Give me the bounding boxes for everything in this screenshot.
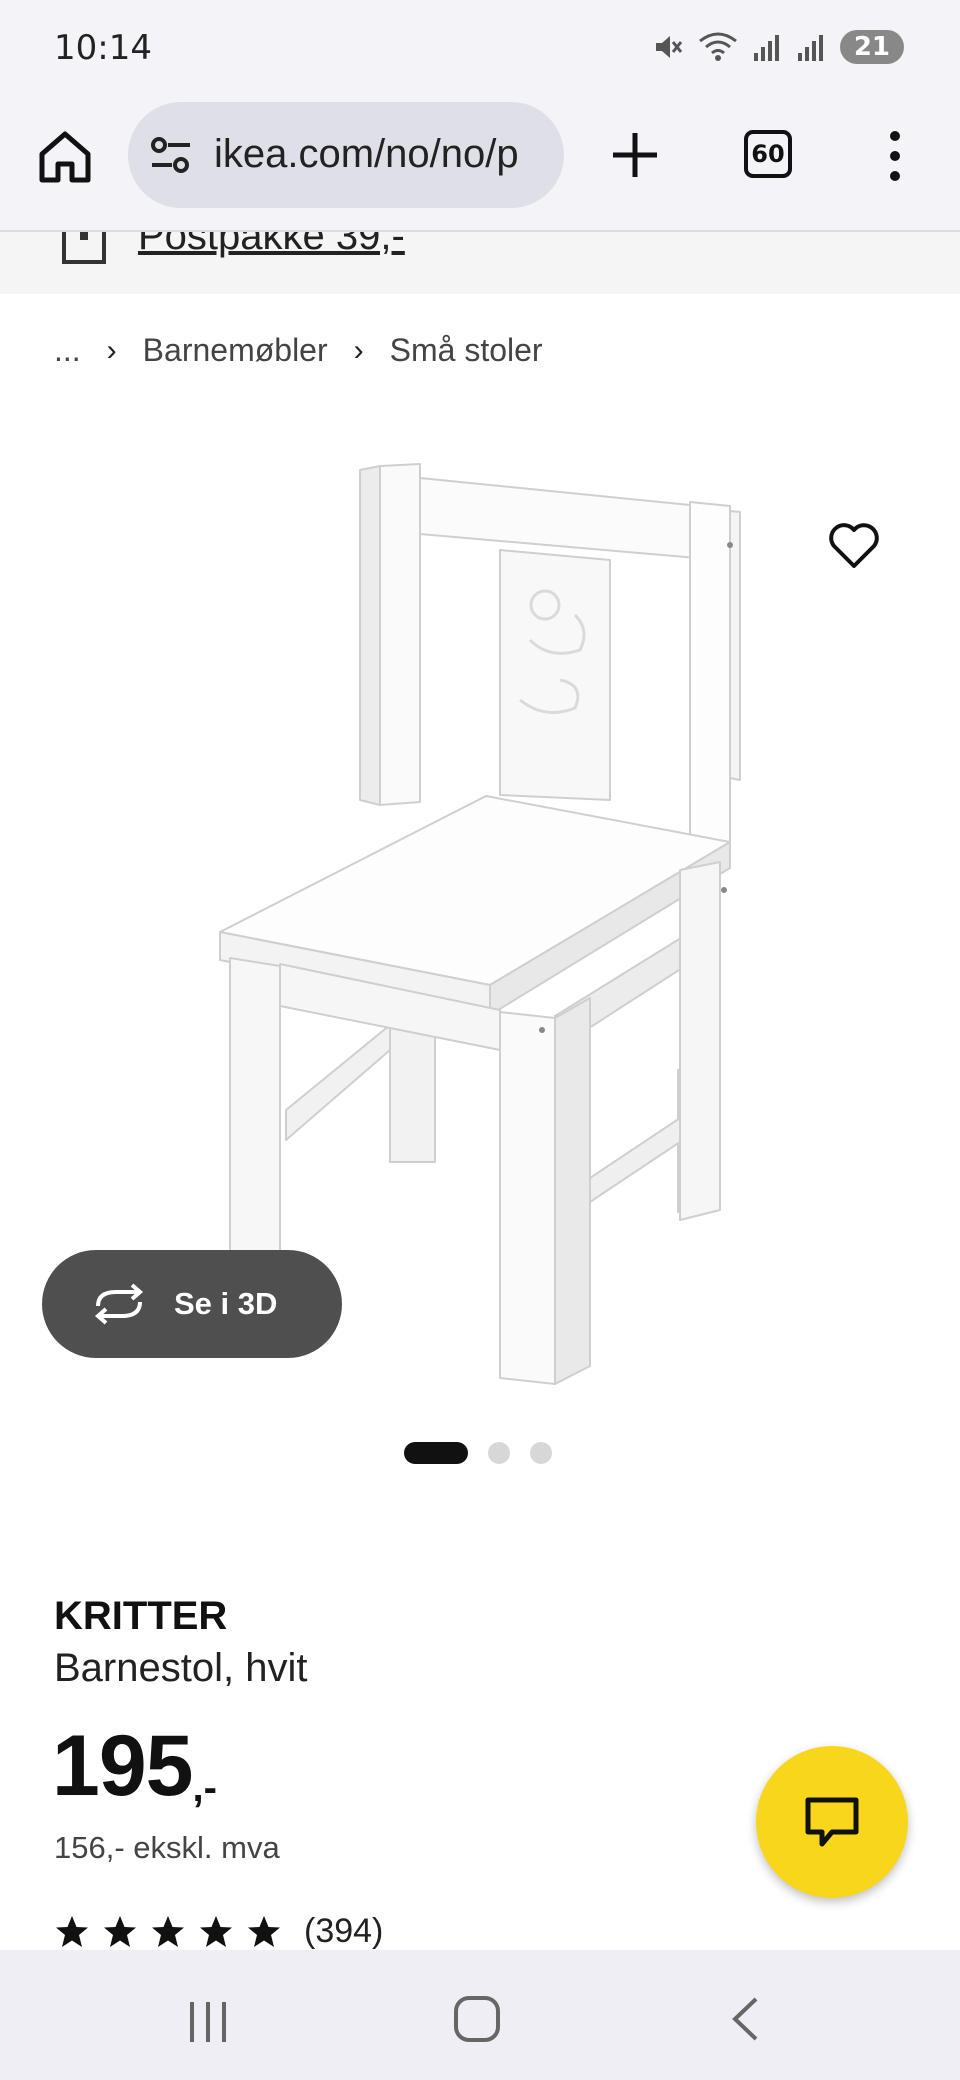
breadcrumb: ... › Barnemøbler › Små stoler <box>54 332 543 369</box>
battery-indicator: 21 <box>839 30 904 64</box>
browser-toolbar: ikea.com/no/no/p 60 <box>0 98 960 232</box>
wifi-icon <box>698 32 737 61</box>
status-icons: 21 <box>652 30 904 64</box>
product-price: 195 ,- <box>52 1716 217 1816</box>
breadcrumb-separator: › <box>353 333 364 367</box>
view-in-3d-button[interactable]: Se i 3D <box>42 1250 342 1358</box>
favorite-heart-icon[interactable] <box>826 518 882 574</box>
product-name: KRITTER <box>54 1594 228 1638</box>
star-icon <box>56 1915 88 1947</box>
home-icon[interactable] <box>34 126 96 188</box>
system-nav-bar <box>0 1950 960 2080</box>
product-image[interactable] <box>190 450 770 1390</box>
price-excl-vat: 156,- ekskl. mva <box>54 1830 280 1865</box>
star-icon <box>104 1915 136 1947</box>
breadcrumb-item-sma-stoler[interactable]: Små stoler <box>390 332 543 369</box>
recent-apps-icon[interactable] <box>184 2000 232 2044</box>
menu-icon[interactable] <box>880 128 910 184</box>
signal-icon <box>753 35 779 61</box>
pagination-dot[interactable] <box>530 1442 552 1464</box>
site-settings-icon[interactable] <box>150 136 192 174</box>
status-bar: 10:14 21 <box>0 0 960 98</box>
mute-icon <box>655 36 682 58</box>
signal-roaming-icon <box>797 35 823 61</box>
pagination-dot[interactable] <box>488 1442 510 1464</box>
star-icon <box>248 1915 280 1947</box>
product-rating[interactable]: (394) <box>54 1912 383 1951</box>
price-amount: 195 <box>52 1718 193 1814</box>
home-nav-icon[interactable] <box>454 1996 500 2042</box>
url-text[interactable]: ikea.com/no/no/p <box>214 132 519 177</box>
breadcrumb-item-barnemobler[interactable]: Barnemøbler <box>143 332 328 369</box>
status-time: 10:14 <box>54 28 152 68</box>
star-icon <box>152 1915 184 1947</box>
new-tab-icon[interactable] <box>608 128 662 182</box>
pagination-dot-active[interactable] <box>404 1442 468 1464</box>
breadcrumb-ellipsis[interactable]: ... <box>54 332 81 369</box>
promo-link[interactable]: Postpakke 39,- <box>138 232 405 259</box>
promo-strip: Postpakke 39,- <box>0 232 960 294</box>
star-icon <box>200 1915 232 1947</box>
rating-count[interactable]: (394) <box>304 1912 383 1951</box>
chat-bubble-icon <box>805 1797 859 1847</box>
parcel-icon <box>62 232 106 264</box>
chat-button[interactable] <box>756 1746 908 1898</box>
price-suffix: ,- <box>192 1766 217 1810</box>
view-in-3d-label: Se i 3D <box>174 1286 278 1321</box>
rating-stars <box>54 1914 282 1950</box>
breadcrumb-separator: › <box>106 333 117 367</box>
tabs-icon[interactable]: 60 <box>744 130 792 178</box>
back-icon[interactable] <box>730 1996 760 2042</box>
rotate-3d-icon <box>94 1283 144 1325</box>
product-description: Barnestol, hvit <box>54 1646 308 1690</box>
address-bar[interactable]: ikea.com/no/no/p <box>128 102 564 208</box>
image-pagination <box>404 1442 552 1464</box>
